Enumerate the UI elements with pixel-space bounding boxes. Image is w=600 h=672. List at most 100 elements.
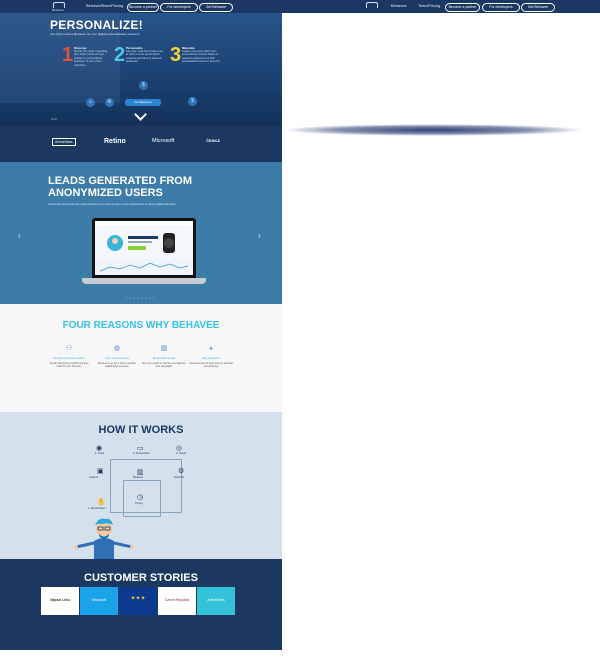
dollar-icon: $ <box>188 97 197 106</box>
stories-title: CUSTOMER STORIES <box>84 572 198 584</box>
step-number: 3 <box>170 44 182 66</box>
carousel-next-arrow-icon[interactable]: › <box>258 231 261 240</box>
nav-link-team[interactable]: Team <box>418 3 428 8</box>
customer-stories-section: CUSTOMER STORIES Nápad Léku Microsoft ✦✦… <box>0 559 282 650</box>
partner-logos-strip: ArenaStars Retino Microsoft ČESKÁ <box>0 125 282 162</box>
chart-icon: ▥ <box>160 345 168 352</box>
how-step-label: 4. Monetization <box>88 507 106 510</box>
share-icon: ⚹ <box>208 345 214 352</box>
story-card-microsoft[interactable]: Microsoft <box>80 587 118 615</box>
how-step-label: Analyze <box>89 476 99 479</box>
gear-icon: ⚙ <box>178 468 185 475</box>
nav-link-pricing[interactable]: Pricing <box>111 3 123 8</box>
story-card-czech[interactable]: Czech Republic <box>158 587 196 615</box>
behavee-logo[interactable]: Behavee <box>50 2 66 12</box>
nav-link-behavee[interactable]: Behavee <box>391 3 407 8</box>
leads-subtitle: Generate new business opportunities from… <box>48 202 176 206</box>
step-personalize: 2 Personalize Use open code and create a… <box>114 44 169 84</box>
laptop-base <box>82 278 206 284</box>
eu-stars-icon: ✦✦✦ <box>130 596 146 602</box>
nav-link-behavee[interactable]: Behavee <box>86 3 102 8</box>
laptop-mockup-image <box>82 218 206 286</box>
social-links[interactable]: f t in <box>51 117 57 121</box>
carousel-prev-arrow-icon[interactable]: ‹ <box>18 231 21 240</box>
screen-icon: ▭ <box>137 445 144 452</box>
how-it-works-section: HOW IT WORKS ◉ 1. Track ▭ 2. Personalize… <box>0 412 282 559</box>
mascot-illustration <box>74 517 134 559</box>
step-discover: 1 Discover Identify the visitors regardi… <box>62 44 117 84</box>
reason-title: Identify anonymous visitors <box>53 357 85 360</box>
reason-item: ▥ Measurable results See your results in… <box>142 344 186 368</box>
clock-icon: ◷ <box>137 494 144 501</box>
reason-title: Measurable results <box>153 357 175 360</box>
hero-section: PERSONALIZE! Use Open source Behavee for… <box>0 13 282 125</box>
carousel-dots[interactable]: • • • • • • • • <box>126 296 155 300</box>
eye-icon: ◉ <box>96 445 103 452</box>
logo-microsoft: Microsoft <box>152 138 175 144</box>
reason-text: See your results in real time and optimi… <box>142 362 186 369</box>
step-number: 1 <box>62 44 74 66</box>
get-behavee-hero-button[interactable]: Get Behavee <box>125 99 161 106</box>
cloud-logo-icon <box>366 2 378 8</box>
step-text: Use open code and create a set of rules … <box>126 50 163 64</box>
how-step-label: 1. Track <box>95 452 105 455</box>
step-monetize: 3 Monetize Create revenue by offers from… <box>170 44 225 84</box>
logo-ceska: ČESKÁ <box>206 138 221 143</box>
logo-arenastars: ArenaStars <box>52 138 76 146</box>
reason-title: Easy integration <box>201 357 221 360</box>
globe-icon: ◍ <box>113 345 121 352</box>
become-partner-button[interactable]: Become a partner <box>127 3 159 12</box>
logo-retino: Retino <box>104 138 126 145</box>
story-card-napad-leku[interactable]: Nápad Léku <box>41 587 79 615</box>
hero-steps: 1 Discover Identify the visitors regardi… <box>62 44 232 84</box>
reason-text: Identify anonymous visitors and gain lea… <box>49 362 89 369</box>
step-number: 2 <box>114 44 126 66</box>
person-icon: ☺ <box>86 98 95 107</box>
reason-text: Behavee is an open source solution avail… <box>98 362 136 369</box>
get-behavee-button[interactable]: Get Behavee <box>199 3 233 12</box>
logo-text: Behavee <box>52 8 64 12</box>
target-icon: ◎ <box>176 445 183 452</box>
become-partner-button[interactable]: Become a partner <box>445 3 480 12</box>
story-card-arenastars[interactable]: ArenaStars <box>197 587 235 615</box>
users-icon: ⚇ <box>65 345 73 352</box>
story-card-label: ArenaStars <box>207 598 225 602</box>
gear-icon: ⚙ <box>105 98 114 107</box>
story-card-eu[interactable]: ✦✦✦ <box>119 587 157 615</box>
for-developers-button[interactable]: For developers <box>482 3 520 12</box>
hero-subtitle: Use Open source Behavee for your digital… <box>50 32 140 36</box>
how-step-label: 2. Personalize <box>133 452 150 455</box>
laptop-screen <box>92 218 196 278</box>
story-card-label: Czech Republic <box>164 598 190 602</box>
hero-title: PERSONALIZE! <box>50 18 143 32</box>
story-card-label: Microsoft <box>91 598 107 602</box>
reason-item: ⚇ Identify anonymous visitors Identify a… <box>47 344 91 368</box>
leads-title: LEADS GENERATED FROM ANONYMIZED USERS <box>48 175 193 199</box>
reason-item: ⚹ Easy integration Just a few lines of c… <box>189 344 233 368</box>
bar-chart-icon: ▥ <box>137 469 144 476</box>
webpage-canvas: PERSONALIZE! Use Open source Behavee for… <box>0 0 282 650</box>
reason-title: Open source solution <box>104 357 130 360</box>
how-title: HOW IT WORKS <box>98 424 184 436</box>
how-step-label: Timing <box>135 502 143 505</box>
nav-link-team[interactable]: Team <box>101 3 111 8</box>
hand-coin-icon: ✋ <box>97 499 106 506</box>
reasons-title: FOUR REASONS WHY BEHAVEE <box>62 320 220 331</box>
how-step-label: Optimize <box>174 476 185 479</box>
get-behavee-button[interactable]: Get Behavee <box>521 3 555 12</box>
blurred-shadow-strip <box>282 124 584 136</box>
monitor-icon: ▣ <box>97 468 104 475</box>
how-step-label: Measure <box>133 476 144 479</box>
for-developers-button[interactable]: For developers <box>160 3 198 12</box>
reason-text: Just a few lines of code and you can sta… <box>189 362 233 369</box>
step-text: Identify the visitors regarding their on… <box>74 50 108 67</box>
step-text: Create revenue by offers from personaliz… <box>182 50 220 64</box>
nav-extension-right: Behavee Team Pricing Become a partner Fo… <box>282 0 600 13</box>
nav-link-pricing[interactable]: Pricing <box>428 3 440 8</box>
reasons-section: FOUR REASONS WHY BEHAVEE ⚇ Identify anon… <box>0 304 282 412</box>
laptop-screen-content <box>95 221 193 275</box>
how-step-label: 3. Target <box>176 452 187 455</box>
story-card-label: Nápad Léku <box>50 598 70 602</box>
dollar-icon: $ <box>139 81 148 90</box>
reason-item: ◍ Open source solution Behavee is an ope… <box>95 344 139 368</box>
